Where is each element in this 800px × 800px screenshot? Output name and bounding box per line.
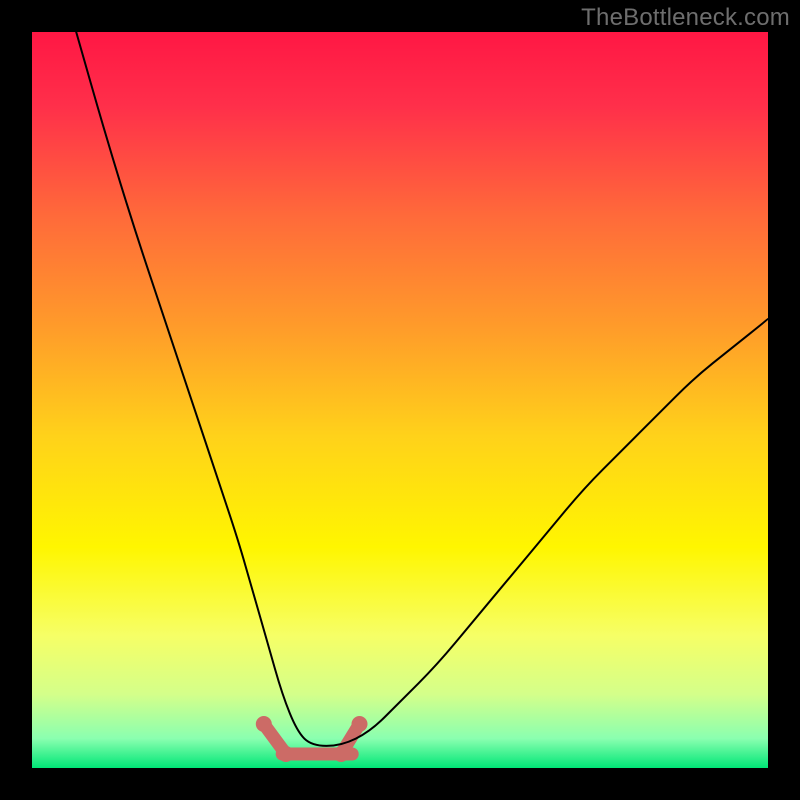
chart-svg [32, 32, 768, 768]
outer-frame: TheBottleneck.com [0, 0, 800, 800]
plot-area [32, 32, 768, 768]
gradient-background [32, 32, 768, 768]
watermark-text: TheBottleneck.com [581, 4, 790, 32]
